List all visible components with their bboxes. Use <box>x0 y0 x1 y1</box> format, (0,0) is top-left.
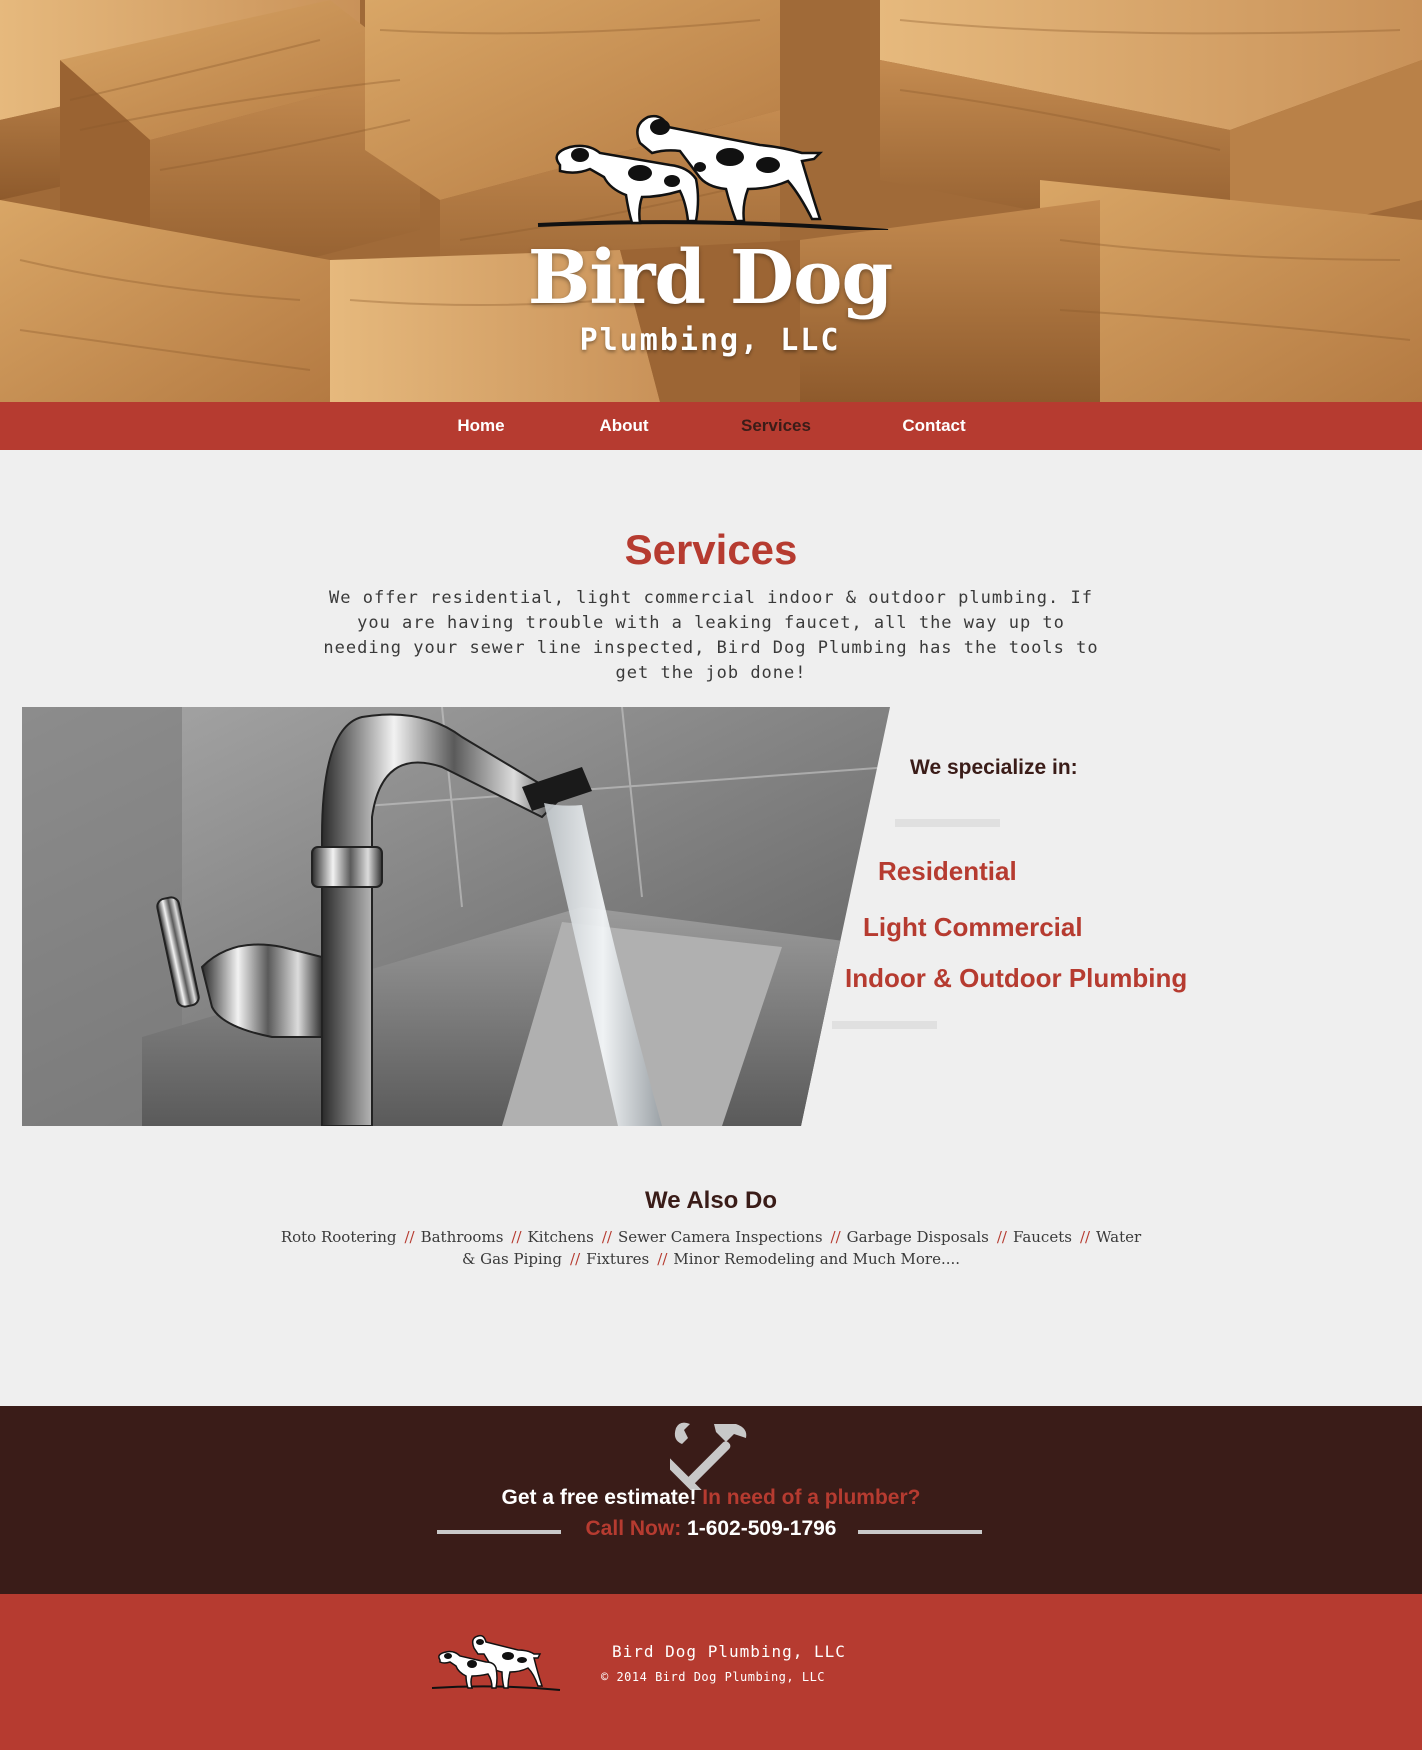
list-item: Faucets <box>1012 1228 1072 1246</box>
cta-lead: Get a free estimate! <box>501 1486 697 1509</box>
services-intro: We offer residential, light commercial i… <box>323 588 1099 683</box>
list-item: Bathrooms <box>420 1228 504 1246</box>
footer-logo-icon <box>431 1634 561 1691</box>
divider-bar <box>895 819 1000 827</box>
separator: // <box>1079 1228 1091 1246</box>
list-item: Minor Remodeling and Much More.... <box>673 1250 961 1268</box>
nav-home[interactable]: Home <box>436 402 526 450</box>
separator: // <box>404 1228 415 1246</box>
separator: // <box>657 1250 668 1268</box>
list-item: Roto Rootering <box>280 1228 397 1246</box>
specialty-light-commercial: Light Commercial <box>863 912 1083 942</box>
specialty-indoor-outdoor: Indoor & Outdoor Plumbing <box>845 963 1188 993</box>
list-item: Kitchens <box>527 1228 594 1246</box>
call-now-label: Call Now: <box>585 1517 682 1540</box>
specialize-heading: We specialize in: <box>910 756 1078 779</box>
faucet-illustration <box>22 707 890 1126</box>
list-item: Fixtures <box>586 1250 650 1268</box>
page-title: Services <box>624 526 798 573</box>
list-item: Garbage Disposals <box>846 1228 989 1246</box>
also-do-title: We Also Do <box>644 1187 777 1214</box>
wrench-hammer-icon <box>670 1422 747 1490</box>
nav-contact[interactable]: Contact <box>884 402 984 450</box>
main-nav: Home About Services Contact <box>0 402 1422 450</box>
cta-headline: Get a free estimate! In need of a plumbe… <box>0 1486 1422 1510</box>
separator: // <box>511 1228 522 1246</box>
footer-copyright: © 2014 Bird Dog Plumbing, LLC <box>601 1670 826 1684</box>
separator: // <box>996 1228 1007 1246</box>
nav-services[interactable]: Services <box>726 402 826 450</box>
separator: // <box>830 1228 841 1246</box>
cta-question: In need of a plumber? <box>702 1486 921 1509</box>
hero-banner: Bird Dog Plumbing, LLC <box>0 0 1422 402</box>
call-to-action: Get a free estimate! In need of a plumbe… <box>0 1406 1422 1594</box>
also-do-list: Roto Rootering // Bathrooms // Kitchens // Sew… <box>280 1226 1142 1270</box>
specialty-residential: Residential <box>878 856 1017 886</box>
pointer-dogs-logo-icon <box>537 114 889 233</box>
faucet-image <box>22 707 890 1126</box>
nav-about[interactable]: About <box>578 402 670 450</box>
cta-divider-right <box>858 1530 982 1534</box>
separator: // <box>570 1250 581 1268</box>
footer: Bird Dog Plumbing, LLC © 2014 Bird Dog P… <box>0 1594 1422 1750</box>
divider-bar <box>832 1021 937 1029</box>
phone-number[interactable]: 1-602-509-1796 <box>687 1517 836 1540</box>
footer-company-name: Bird Dog Plumbing, LLC <box>612 1642 846 1661</box>
brand-logo[interactable] <box>520 105 900 375</box>
list-item: Sewer Camera Inspections <box>617 1228 823 1246</box>
cta-phone-line: Call Now: 1-602-509-1796 <box>0 1517 1422 1541</box>
separator: // <box>601 1228 612 1246</box>
